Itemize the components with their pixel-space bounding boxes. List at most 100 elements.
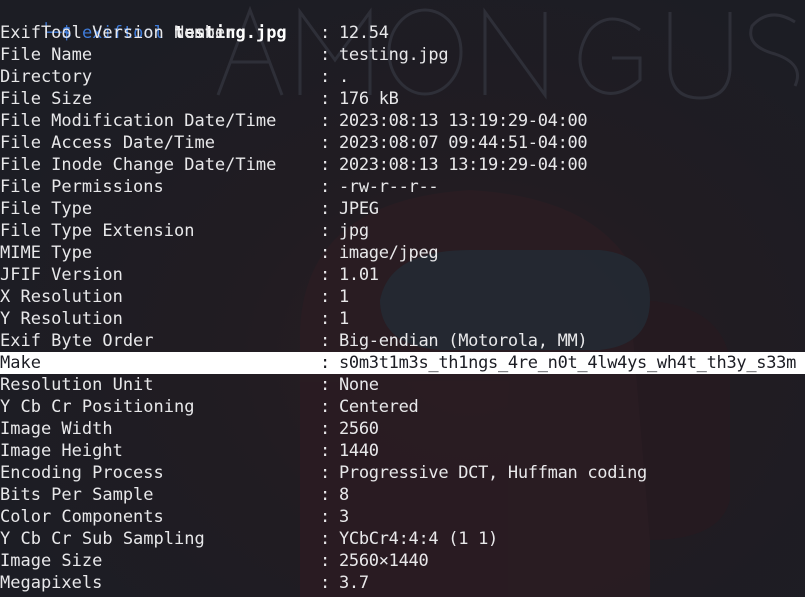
exif-value: testing.jpg <box>339 45 449 65</box>
exif-key: File Name <box>0 45 93 65</box>
exif-value: 1 <box>339 287 349 307</box>
exif-row-permissions: File Permissions: -rw-r--r-- <box>0 176 805 198</box>
exif-row-bits-per-sample: Bits Per Sample:8 <box>0 484 805 506</box>
exif-value: 2023:08:13 13:19:29-04:00 <box>339 155 588 175</box>
exif-row-access-date: File Access Date/Time:2023:08:07 09:44:5… <box>0 132 805 154</box>
exif-value: 176 kB <box>339 89 399 109</box>
exif-row-file-type: File Type: JPEG <box>0 198 805 220</box>
exif-row-jfif-version: JFIF Version:1.01 <box>0 264 805 286</box>
exif-separator: : <box>320 155 331 175</box>
exif-separator: : <box>320 287 331 307</box>
exif-row-byte-order: Exif Byte Order: Big-endian (Motorola, MM… <box>0 330 805 352</box>
exif-value: 1440 <box>339 441 379 461</box>
exif-value: . <box>339 67 349 87</box>
exif-value: 2560 <box>339 419 379 439</box>
exif-separator: : <box>320 507 331 527</box>
exif-separator: : <box>320 111 331 131</box>
exif-row-image-width: Image Width:2560 <box>0 418 805 440</box>
exif-key: File Modification Date/Time <box>0 111 277 131</box>
exif-row-inode-change-date: File Inode Change Date/Time:2023:08:13 1… <box>0 154 805 176</box>
terminal-window[interactable]: └─$ exiftool testing.jpg ExifTool Versio… <box>0 0 805 597</box>
exif-key: Encoding Process <box>0 463 164 483</box>
exif-key: Color Components <box>0 507 164 527</box>
exif-value: Progressive DCT, Huffman coding <box>339 463 647 483</box>
exif-output: ExifTool Version Number:12.54 File Name:… <box>0 22 805 594</box>
exif-value: YCbCr4:4:4 (1 1) <box>339 529 498 549</box>
exif-key: File Access Date/Time <box>0 133 215 153</box>
exif-separator: : <box>320 485 331 505</box>
exif-key: Image Height <box>0 441 123 461</box>
exif-value: image/jpeg <box>339 243 439 263</box>
exif-key: X Resolution <box>0 287 123 307</box>
exif-row-resolution-unit: Resolution Unit: None <box>0 374 805 396</box>
exif-separator: : <box>320 199 331 219</box>
exif-separator: : <box>320 529 331 549</box>
exif-key: Y Resolution <box>0 309 123 329</box>
exif-row-directory: Directory:. <box>0 66 805 88</box>
exif-separator: : <box>320 353 331 373</box>
exif-key: Image Width <box>0 419 113 439</box>
exif-row-modification-date: File Modification Date/Time:2023:08:13 1… <box>0 110 805 132</box>
exif-key: Make <box>0 353 41 373</box>
exif-separator: : <box>320 243 331 263</box>
exif-row-mime-type: MIME Type: image/jpeg <box>0 242 805 264</box>
exif-separator: : <box>320 221 331 241</box>
exif-row-encoding-process: Encoding Process: Progressive DCT, Huffma… <box>0 462 805 484</box>
exif-separator: : <box>320 441 331 461</box>
exif-separator: : <box>320 45 331 65</box>
exif-separator: : <box>320 67 331 87</box>
exif-separator: : <box>320 573 331 593</box>
exif-row-version: ExifTool Version Number:12.54 <box>0 22 805 44</box>
exif-key: Bits Per Sample <box>0 485 154 505</box>
exif-separator: : <box>320 265 331 285</box>
exif-value: 2023:08:07 09:44:51-04:00 <box>339 133 588 153</box>
shell-prompt: └─$ exiftool testing.jpg <box>0 0 287 43</box>
exif-key: File Type <box>0 199 93 219</box>
exif-separator: : <box>320 331 331 351</box>
exif-separator: : <box>320 397 331 417</box>
exif-key: Y Cb Cr Positioning <box>0 397 195 417</box>
exif-separator: : <box>320 133 331 153</box>
exif-key: File Type Extension <box>0 221 195 241</box>
exif-row-image-size: Image Size:2560×1440 <box>0 550 805 572</box>
exif-key: Megapixels <box>0 573 103 593</box>
exif-separator: : <box>320 463 331 483</box>
exif-separator: : <box>320 309 331 329</box>
exif-row-image-height: Image Height:1440 <box>0 440 805 462</box>
exif-value: 8 <box>339 485 349 505</box>
exif-value: 1 <box>339 309 349 329</box>
exif-value: s0m3t1m3s_th1ngs_4re_n0t_4lw4ys_wh4t_th3… <box>339 353 797 373</box>
exif-value: Centered <box>339 397 419 417</box>
exif-key: Exif Byte Order <box>0 331 154 351</box>
exif-key: File Size <box>0 89 93 109</box>
exif-value: 3 <box>339 507 349 527</box>
exif-key: Image Size <box>0 551 103 571</box>
exif-value: Big-endian (Motorola, MM) <box>339 331 588 351</box>
exif-value: 2023:08:13 13:19:29-04:00 <box>339 111 588 131</box>
exif-row-x-resolution: X Resolution:1 <box>0 286 805 308</box>
exif-row-color-components: Color Components:3 <box>0 506 805 528</box>
exif-key: Y Cb Cr Sub Sampling <box>0 529 205 549</box>
exif-key: File Permissions <box>0 177 164 197</box>
exif-separator: : <box>320 375 331 395</box>
exif-separator: : <box>320 23 331 43</box>
exif-value: 2560×1440 <box>339 551 429 571</box>
exif-value: 1.01 <box>339 265 379 285</box>
exif-separator: : <box>320 177 331 197</box>
exif-key: File Inode Change Date/Time <box>0 155 277 175</box>
exif-row-file-size: File Size:176 kB <box>0 88 805 110</box>
exif-row-y-resolution: Y Resolution:1 <box>0 308 805 330</box>
exif-value: JPEG <box>339 199 379 219</box>
exif-value: -rw-r--r-- <box>339 177 439 197</box>
exif-key: MIME Type <box>0 243 93 263</box>
exif-row-ycbcr-sub-sampling: Y Cb Cr Sub Sampling: YCbCr4:4:4 (1 1) <box>0 528 805 550</box>
exif-value: 12.54 <box>339 23 389 43</box>
exif-row-file-name: File Name: testing.jpg <box>0 44 805 66</box>
exif-key: ExifTool Version Number <box>0 23 236 43</box>
exif-value: 3.7 <box>339 573 369 593</box>
exif-value: None <box>339 375 379 395</box>
exif-separator: : <box>320 89 331 109</box>
exif-row-ycbcr-positioning: Y Cb Cr Positioning: Centered <box>0 396 805 418</box>
exif-key: Resolution Unit <box>0 375 154 395</box>
exif-row-make-selected[interactable]: Make: s0m3t1m3s_th1ngs_4re_n0t_4lw4ys_wh4… <box>0 352 805 374</box>
